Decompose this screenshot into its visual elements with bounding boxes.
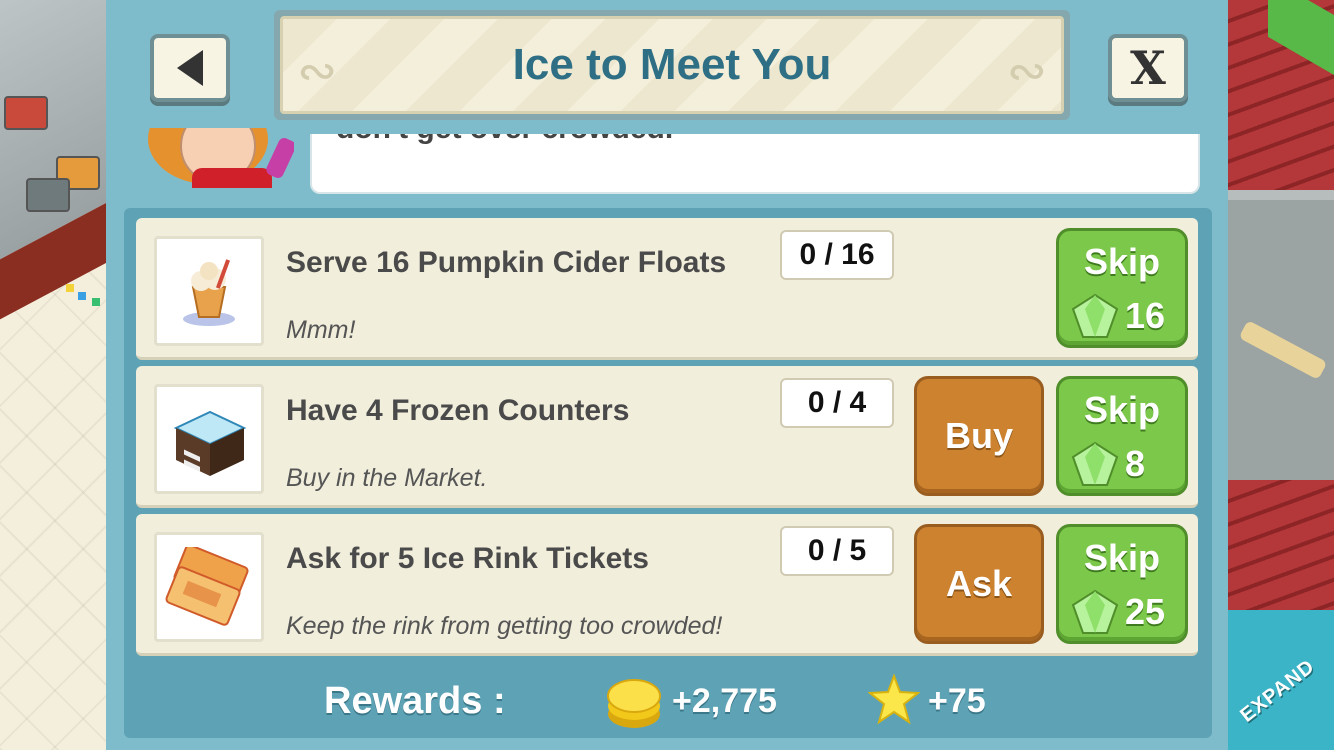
swirl-ornament-icon: ∾ — [1006, 43, 1047, 99]
pumpkin-cider-float-icon — [154, 236, 264, 346]
gem-icon — [1071, 441, 1119, 486]
back-arrow-icon — [177, 50, 203, 86]
star-icon — [868, 674, 920, 725]
coins-reward: +2,775 — [672, 682, 777, 720]
skip-button[interactable]: Skip 8 — [1056, 376, 1188, 496]
coin-icon — [607, 679, 661, 728]
gem-icon — [1071, 293, 1119, 338]
skip-button[interactable]: Skip 25 — [1056, 524, 1188, 644]
skip-cost: 25 — [1125, 591, 1166, 632]
ice-rink-ticket-icon — [154, 532, 264, 642]
rewards-label: Rewards : — [324, 680, 506, 722]
game-scene-left — [0, 0, 110, 750]
skip-label: Skip — [1083, 537, 1161, 578]
task-description: Mmm! — [286, 316, 356, 344]
back-button[interactable] — [150, 34, 230, 102]
stars-reward: +75 — [928, 682, 986, 720]
task-progress: 0 / 5 — [780, 526, 894, 576]
ask-button[interactable]: Ask — [914, 524, 1044, 644]
skip-cost: 16 — [1125, 295, 1166, 336]
task-list: Serve 16 Pumpkin Cider Floats Mmm! 0 / 1… — [124, 208, 1212, 738]
game-scene-right: EXPAND — [1228, 0, 1334, 750]
close-icon: X — [1130, 41, 1166, 95]
skip-label: Skip — [1083, 241, 1161, 282]
skip-button[interactable]: Skip 16 — [1056, 228, 1188, 348]
task-progress: 0 / 16 — [780, 230, 894, 280]
title-plate: ∾ Ice to Meet You ∾ — [274, 10, 1070, 120]
speech-text: don't get over crowded. — [336, 134, 673, 146]
frozen-counter-icon — [154, 384, 264, 494]
buy-button[interactable]: Buy — [914, 376, 1044, 496]
page-title: Ice to Meet You — [512, 40, 832, 89]
character-avatar — [144, 128, 294, 188]
skip-cost: 8 — [1125, 443, 1146, 484]
task-label: Ask for 5 Ice Rink Tickets — [286, 542, 649, 575]
skip-label: Skip — [1083, 389, 1161, 430]
swirl-ornament-icon: ∾ — [297, 43, 338, 99]
task-row: Ask for 5 Ice Rink Tickets Keep the rink… — [136, 514, 1198, 656]
task-progress: 0 / 4 — [780, 378, 894, 428]
food-tray — [4, 96, 48, 130]
task-label: Have 4 Frozen Counters — [286, 394, 630, 427]
task-description: Keep the rink from getting too crowded! — [286, 612, 723, 640]
rewards-bar: Rewards : +2,775 +75 — [124, 668, 1212, 738]
task-label: Serve 16 Pumpkin Cider Floats — [286, 246, 727, 279]
speech-bubble: don't get over crowded. — [310, 134, 1200, 194]
food-tray — [26, 178, 70, 212]
task-description: Buy in the Market. — [286, 464, 488, 492]
task-row: Serve 16 Pumpkin Cider Floats Mmm! 0 / 1… — [136, 218, 1198, 360]
gem-icon — [1071, 589, 1119, 634]
goal-panel: ∾ Ice to Meet You ∾ X don't get over cro… — [106, 0, 1228, 750]
task-row: Have 4 Frozen Counters Buy in the Market… — [136, 366, 1198, 508]
close-button[interactable]: X — [1108, 34, 1188, 102]
